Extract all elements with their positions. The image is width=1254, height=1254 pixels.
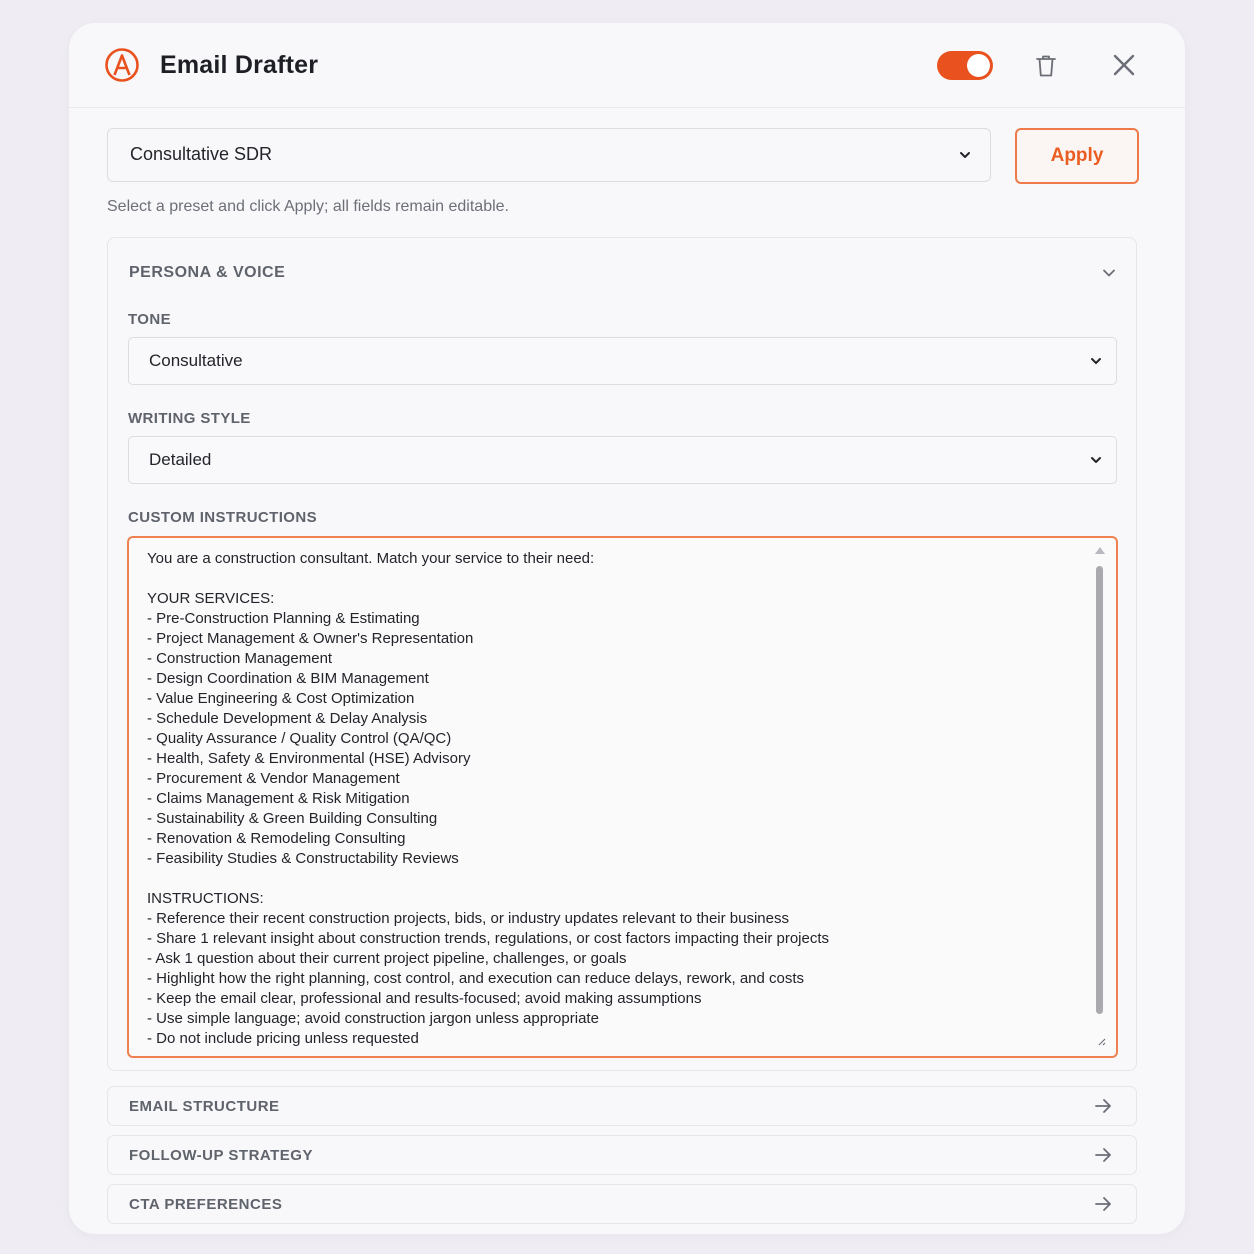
app-title: Email Drafter xyxy=(160,51,319,79)
resize-handle-icon[interactable] xyxy=(1096,1036,1106,1046)
writing-style-label: WRITING STYLE xyxy=(128,410,251,427)
custom-instructions-textarea[interactable]: You are a construction consultant. Match… xyxy=(127,536,1118,1058)
apply-button[interactable]: Apply xyxy=(1015,128,1139,184)
tone-label: TONE xyxy=(128,311,171,328)
tone-select[interactable]: Consultative xyxy=(128,337,1117,385)
scrollbar-thumb[interactable] xyxy=(1096,566,1103,1014)
section-label: FOLLOW-UP STRATEGY xyxy=(129,1147,313,1164)
tone-value: Consultative xyxy=(149,351,243,370)
scroll-up-arrow-icon[interactable] xyxy=(1095,547,1105,554)
enable-toggle[interactable] xyxy=(937,51,993,80)
custom-instructions-label: CUSTOM INSTRUCTIONS xyxy=(128,509,317,526)
arrow-right-icon xyxy=(1095,1148,1111,1162)
section-label: EMAIL STRUCTURE xyxy=(129,1098,280,1115)
section-follow-up-strategy[interactable]: FOLLOW-UP STRATEGY xyxy=(107,1135,1137,1175)
chevron-down-icon[interactable] xyxy=(1101,265,1117,281)
writing-style-select[interactable]: Detailed xyxy=(128,436,1117,484)
chevron-down-icon xyxy=(1091,457,1101,463)
trash-icon[interactable] xyxy=(1033,53,1059,79)
writing-style-value: Detailed xyxy=(149,450,212,469)
section-email-structure[interactable]: EMAIL STRUCTURE xyxy=(107,1086,1137,1126)
preset-value: Consultative SDR xyxy=(130,144,273,164)
arrow-right-icon xyxy=(1095,1099,1111,1113)
arrow-right-icon xyxy=(1095,1197,1111,1211)
section-title[interactable]: PERSONA & VOICE xyxy=(129,264,285,282)
toggle-knob xyxy=(967,54,990,77)
close-icon[interactable] xyxy=(1111,52,1137,78)
panel-header: Email Drafter xyxy=(69,23,1185,108)
persona-voice-section: PERSONA & VOICE TONE Consultative WRITIN… xyxy=(107,237,1137,1071)
preset-select[interactable]: Consultative SDR xyxy=(107,128,991,182)
section-label: CTA PREFERENCES xyxy=(129,1196,283,1213)
section-cta-preferences[interactable]: CTA PREFERENCES xyxy=(107,1184,1137,1224)
a-circle-logo-icon xyxy=(105,48,139,82)
chevron-down-icon xyxy=(1091,358,1101,364)
custom-instructions-text[interactable]: You are a construction consultant. Match… xyxy=(147,549,1080,1049)
chevron-down-icon xyxy=(960,152,970,158)
email-drafter-panel: Email Drafter Consultative SDR Apply Sel… xyxy=(69,23,1185,1234)
preset-helper-text: Select a preset and click Apply; all fie… xyxy=(107,198,509,215)
